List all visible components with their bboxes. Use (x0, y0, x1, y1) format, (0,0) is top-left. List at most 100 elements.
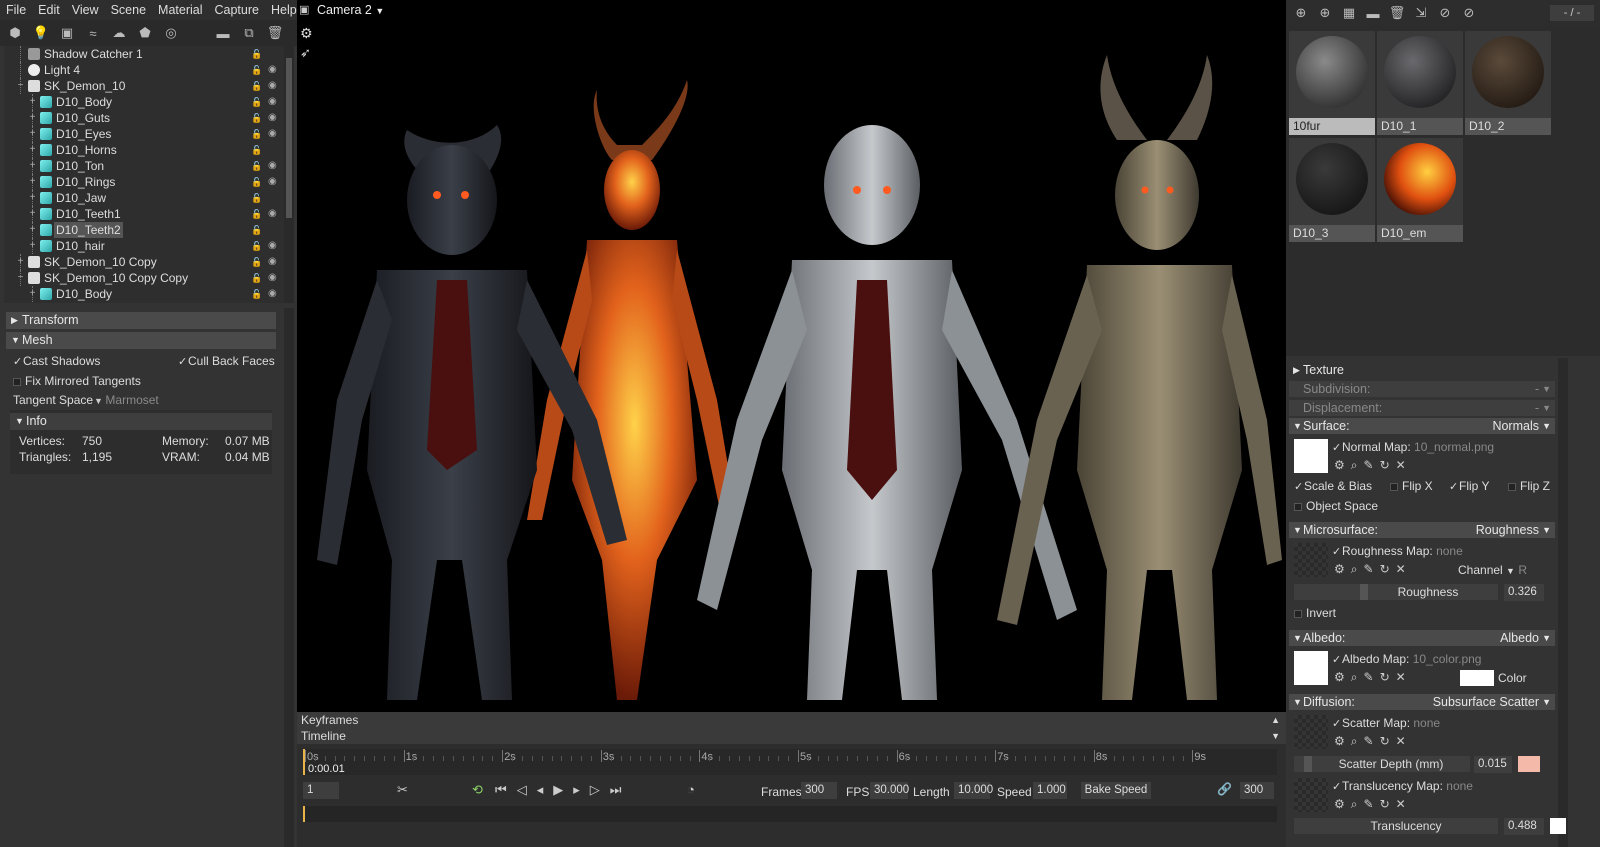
reload-icon[interactable]: ↻ (1380, 797, 1396, 811)
scatter-depth-slider-handle[interactable] (1304, 756, 1312, 772)
tree-item[interactable]: + D10_Teeth1 🔓 ◉ (4, 206, 284, 222)
step-back-icon[interactable]: ◂ (537, 782, 554, 797)
expand-icon[interactable]: + (28, 177, 37, 187)
material-swatch[interactable]: 10fur (1289, 31, 1375, 135)
lock-icon[interactable]: 🔓 (251, 97, 262, 107)
expand-icon[interactable]: + (28, 145, 37, 155)
add-turntable-icon[interactable]: ◎ (162, 24, 180, 42)
fps-input[interactable]: 30.000 (870, 782, 909, 799)
props-scrollbar[interactable] (1558, 358, 1568, 847)
eyedropper-icon[interactable]: ✎ (1364, 734, 1380, 748)
add-box-icon[interactable]: ⬟ (136, 24, 154, 42)
cast-shadows-checkbox[interactable]: ✓Cast Shadows (13, 354, 100, 368)
info-header[interactable]: ▼ Info (10, 413, 272, 430)
close-icon[interactable]: ✕ (1396, 797, 1412, 811)
menu-scene[interactable]: Scene (105, 0, 152, 20)
tree-item[interactable]: − SK_Demon_10 🔓 ◉ (4, 78, 284, 94)
lock-icon[interactable]: 🔓 (251, 257, 262, 267)
tree-item[interactable]: + D10_Eyes 🔓 ◉ (4, 126, 284, 142)
gear-icon[interactable]: ⚙ (1334, 562, 1351, 576)
collapse-icon[interactable]: − (16, 81, 25, 91)
albedo-header[interactable]: ▼ Albedo: Albedo ▼ (1289, 630, 1555, 646)
length-input[interactable]: 10.000 (954, 782, 993, 799)
roughness-map-thumbnail[interactable] (1294, 543, 1328, 577)
tree-item[interactable]: + D10_Ton 🔓 ◉ (4, 158, 284, 174)
tangent-space-dropdown[interactable]: ▼ Marmoset (94, 393, 159, 407)
roughness-map-row[interactable]: ✓Roughness Map: none (1332, 544, 1463, 558)
visibility-eye-icon[interactable]: ◉ (268, 289, 280, 299)
eyedropper-icon[interactable]: ✎ (1364, 670, 1380, 684)
tree-item[interactable]: + SK_Demon_10 Copy 🔓 ◉ (4, 254, 284, 270)
albedo-map-row[interactable]: ✓Albedo Map: 10_color.png (1332, 652, 1481, 666)
link-icon[interactable]: 🔗 (1217, 782, 1232, 796)
loop-icon[interactable]: ⟲ (472, 782, 483, 798)
collapse-icon[interactable]: ▲ (1271, 712, 1280, 728)
flip-x-checkbox[interactable]: Flip X (1390, 479, 1433, 493)
menu-material[interactable]: Material (152, 0, 208, 20)
pick-icon[interactable]: ⊘ (1436, 4, 1454, 22)
translucency-color-swatch[interactable] (1550, 818, 1566, 834)
search-icon[interactable]: ⌕ (1351, 670, 1364, 684)
lock-icon[interactable]: 🔓 (251, 177, 262, 187)
roughness-slider-handle[interactable] (1360, 584, 1368, 600)
expand-icon[interactable]: + (28, 209, 37, 219)
search-icon[interactable]: ⌕ (1351, 734, 1364, 748)
props-scrollbar[interactable] (284, 308, 294, 847)
tree-item[interactable]: + D10_hair 🔓 ◉ (4, 238, 284, 254)
tree-item[interactable]: + D10_Guts 🔓 ◉ (4, 110, 284, 126)
expand-icon[interactable]: + (28, 113, 37, 123)
gear-icon[interactable]: ⚙ (1334, 458, 1351, 472)
albedo-color-swatch[interactable] (1460, 670, 1494, 686)
menu-file[interactable]: File (0, 0, 32, 20)
menu-capture[interactable]: Capture (209, 0, 265, 20)
expand-icon[interactable]: + (28, 129, 37, 139)
gear-icon[interactable]: ⚙ (1334, 797, 1351, 811)
speed-input[interactable]: 1.000 (1033, 782, 1067, 799)
lock-icon[interactable]: 🔓 (251, 193, 262, 203)
lock-icon[interactable]: 🔓 (251, 161, 262, 171)
checker-icon[interactable]: ▦ (1340, 4, 1358, 22)
visibility-eye-icon[interactable]: ◉ (268, 241, 280, 251)
add-light-icon[interactable]: 💡 (32, 24, 50, 42)
expand-icon[interactable]: + (28, 161, 37, 171)
flip-y-checkbox[interactable]: ✓Flip Y (1449, 479, 1489, 493)
surface-header[interactable]: ▼ Surface: Normals ▼ (1289, 418, 1555, 434)
keyframes-header[interactable]: Keyframes ▲ (297, 712, 1286, 728)
close-icon[interactable]: ✕ (1396, 670, 1412, 684)
step-forward-key-icon[interactable]: ▷ (590, 782, 610, 797)
normal-map-row[interactable]: ✓Normal Map: 10_normal.png (1332, 440, 1494, 454)
scatter-map-thumbnail[interactable] (1294, 715, 1328, 749)
trash-icon[interactable]: 🗑 (266, 24, 284, 42)
gear-icon[interactable]: ⚙ (1334, 734, 1351, 748)
duplicate-material-icon[interactable]: ⊕ (1316, 4, 1334, 22)
search-icon[interactable]: ⌕ (1351, 797, 1364, 811)
lock-icon[interactable]: 🔓 (251, 81, 262, 91)
expand-icon[interactable]: + (28, 241, 37, 251)
add-material-icon[interactable]: ⊕ (1292, 4, 1310, 22)
visibility-eye-icon[interactable]: ◉ (268, 113, 280, 123)
invert-checkbox[interactable]: Invert (1294, 606, 1336, 620)
step-back-key-icon[interactable]: ◁ (517, 782, 537, 797)
3d-viewport[interactable]: ▣ Camera 2 ▼ ⚙ ➶ (297, 0, 1286, 712)
current-frame-input[interactable]: 1 (303, 782, 339, 799)
translucency-map-thumbnail[interactable] (1294, 778, 1328, 812)
lock-icon[interactable]: 🔓 (251, 209, 262, 219)
lock-icon[interactable]: 🔓 (251, 273, 262, 283)
duplicate-icon[interactable]: ⧉ (240, 24, 258, 42)
lock-icon[interactable]: 🔓 (251, 225, 262, 235)
lock-icon[interactable]: 🔓 (251, 113, 262, 123)
close-icon[interactable]: ✕ (1396, 734, 1412, 748)
microsurface-header[interactable]: ▼ Microsurface: Roughness ▼ (1289, 522, 1555, 538)
translucency-map-row[interactable]: ✓Translucency Map: none (1332, 779, 1473, 793)
bake-speed-button[interactable]: Bake Speed (1081, 782, 1151, 799)
close-icon[interactable]: ✕ (1396, 562, 1412, 576)
tree-item[interactable]: Shadow Catcher 1 🔓 (4, 46, 284, 62)
menu-view[interactable]: View (66, 0, 105, 20)
texture-header[interactable]: ▶ Texture (1289, 362, 1555, 378)
folder-icon[interactable]: ▬ (214, 24, 232, 42)
visibility-eye-icon[interactable]: ◉ (268, 65, 280, 75)
object-space-checkbox[interactable]: Object Space (1294, 499, 1378, 513)
gear-icon[interactable]: ⚙ (1334, 670, 1351, 684)
search-icon[interactable]: ⌕ (1351, 458, 1364, 472)
tree-item[interactable]: Light 4 🔓 ◉ (4, 62, 284, 78)
